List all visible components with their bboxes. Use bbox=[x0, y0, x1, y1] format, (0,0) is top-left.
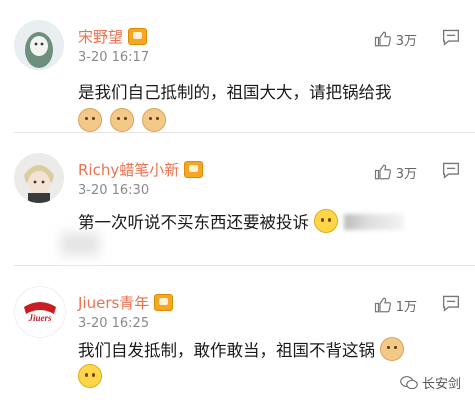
timestamp: 3-20 16:25 bbox=[78, 316, 150, 331]
like-button[interactable]: 3万 bbox=[374, 30, 417, 49]
smile-emoji-icon bbox=[314, 209, 339, 233]
username-label[interactable]: Jiuers青年 bbox=[78, 292, 149, 313]
like-button[interactable]: 1万 bbox=[374, 296, 417, 315]
comment-actions: 3万 bbox=[374, 161, 461, 183]
comment-item: Richy蜡笔小新 3-20 16:30 第一次听说不买东西还要被投诉 3万 bbox=[0, 133, 475, 265]
comment-item: 宋野望 3-20 16:17 是我们自己抵制的，祖国大大，请把锅给我 3万 bbox=[0, 0, 475, 132]
comment-text-content: 第一次听说不买东西还要被投诉 bbox=[78, 213, 309, 232]
reply-button[interactable] bbox=[441, 28, 461, 50]
timestamp: 3-20 16:17 bbox=[78, 50, 150, 65]
comment-text-content: 我们自发抵制，敢作敢当，祖国不背这锅 bbox=[78, 341, 375, 360]
thumbs-up-icon bbox=[374, 297, 391, 313]
avatar[interactable]: Jiuers bbox=[14, 286, 66, 338]
like-count: 3万 bbox=[395, 33, 417, 49]
comment-text: 第一次听说不买东西还要被投诉 bbox=[78, 208, 458, 238]
dog-emoji-icon bbox=[380, 337, 405, 361]
emoji-row bbox=[78, 364, 102, 388]
thumbs-up-icon bbox=[374, 31, 391, 47]
like-count: 3万 bbox=[395, 166, 417, 182]
username-label[interactable]: Richy蜡笔小新 bbox=[78, 159, 179, 180]
wechat-icon bbox=[400, 375, 418, 389]
comment-text: 我们自发抵制，敢作敢当，祖国不背这锅 bbox=[78, 336, 458, 366]
username[interactable]: 宋野望 bbox=[78, 26, 148, 47]
blurred-region bbox=[60, 233, 100, 255]
like-button[interactable]: 3万 bbox=[374, 163, 417, 182]
avatar-image bbox=[14, 20, 64, 70]
avatar-image bbox=[14, 153, 64, 203]
avatar-logo-text: Jiuers bbox=[27, 313, 52, 323]
reply-button[interactable] bbox=[441, 294, 461, 316]
vip-badge-icon bbox=[184, 161, 204, 178]
avatar-image: Jiuers bbox=[15, 287, 65, 337]
username-label[interactable]: 宋野望 bbox=[78, 26, 123, 47]
dog-emoji-icon bbox=[142, 108, 166, 132]
comment-icon bbox=[442, 162, 460, 179]
username[interactable]: Richy蜡笔小新 bbox=[78, 159, 204, 180]
comment-actions: 1万 bbox=[374, 294, 461, 316]
watermark: 长安剑 bbox=[400, 373, 461, 392]
comment-icon bbox=[442, 29, 460, 46]
comment-text: 是我们自己抵制的，祖国大大，请把锅给我 bbox=[78, 83, 392, 102]
smile-emoji-icon bbox=[78, 364, 102, 388]
watermark-label: 长安剑 bbox=[421, 377, 461, 392]
username[interactable]: Jiuers青年 bbox=[78, 292, 174, 313]
like-count: 1万 bbox=[395, 299, 417, 315]
comment-actions: 3万 bbox=[374, 28, 461, 50]
emoji-row bbox=[78, 108, 166, 132]
dog-emoji-icon bbox=[78, 108, 102, 132]
comment-icon bbox=[442, 295, 460, 312]
blurred-region bbox=[343, 214, 404, 230]
timestamp: 3-20 16:30 bbox=[78, 183, 150, 198]
dog-emoji-icon bbox=[110, 108, 134, 132]
thumbs-up-icon bbox=[374, 164, 391, 180]
vip-badge-icon bbox=[154, 294, 174, 311]
avatar[interactable] bbox=[14, 153, 64, 203]
vip-badge-icon bbox=[128, 28, 148, 45]
avatar[interactable] bbox=[14, 20, 64, 70]
reply-button[interactable] bbox=[441, 161, 461, 183]
